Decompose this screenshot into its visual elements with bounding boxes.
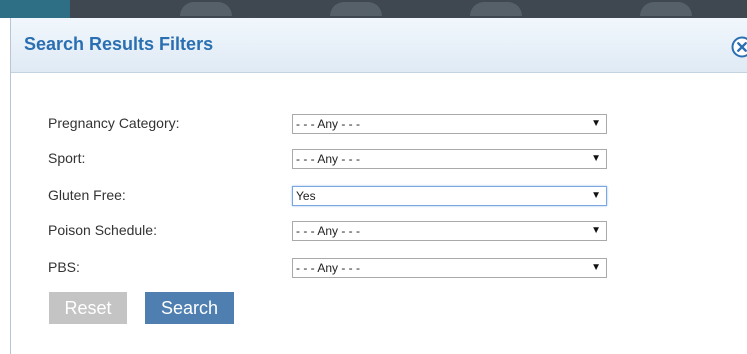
- sport-select[interactable]: - - - Any - - - ▼: [292, 149, 607, 169]
- page-backdrop: [0, 0, 747, 18]
- select-value: - - - Any - - -: [296, 261, 360, 275]
- filter-label: PBS:: [48, 259, 80, 275]
- dropdown-arrow-icon: ▼: [591, 153, 601, 164]
- dropdown-arrow-icon: ▼: [591, 262, 601, 273]
- backdrop-decoration: [640, 2, 692, 16]
- filter-label: Poison Schedule:: [48, 222, 157, 238]
- filters-dialog: Search Results Filters Pregnancy Categor…: [10, 18, 747, 354]
- dialog-header: Search Results Filters: [11, 18, 747, 73]
- pregnancy-category-select[interactable]: - - - Any - - - ▼: [292, 114, 607, 134]
- select-value: Yes: [296, 189, 316, 203]
- poison-schedule-select[interactable]: - - - Any - - - ▼: [292, 221, 607, 241]
- search-button[interactable]: Search: [145, 292, 234, 324]
- screen: Search Results Filters Pregnancy Categor…: [0, 0, 747, 354]
- backdrop-decoration: [330, 2, 382, 16]
- select-value: - - - Any - - -: [296, 117, 360, 131]
- dialog-title: Search Results Filters: [24, 34, 214, 54]
- filter-label: Pregnancy Category:: [48, 115, 180, 131]
- backdrop-decoration: [180, 2, 232, 16]
- filter-row-pregnancy-category: Pregnancy Category: - - - Any - - - ▼: [11, 114, 747, 136]
- backdrop-decoration: [470, 2, 522, 16]
- select-value: - - - Any - - -: [296, 152, 360, 166]
- dropdown-arrow-icon: ▼: [591, 225, 601, 236]
- filter-row-sport: Sport: - - - Any - - - ▼: [11, 149, 747, 171]
- gluten-free-select[interactable]: Yes ▼: [292, 186, 607, 206]
- filter-row-poison-schedule: Poison Schedule: - - - Any - - - ▼: [11, 221, 747, 243]
- dropdown-arrow-icon: ▼: [591, 118, 601, 129]
- dropdown-arrow-icon: ▼: [591, 190, 601, 201]
- reset-button[interactable]: Reset: [49, 292, 127, 324]
- close-icon[interactable]: [731, 36, 747, 58]
- filter-label: Sport:: [48, 150, 86, 166]
- filter-row-pbs: PBS: - - - Any - - - ▼: [11, 258, 747, 280]
- select-value: - - - Any - - -: [296, 224, 360, 238]
- pbs-select[interactable]: - - - Any - - - ▼: [292, 258, 607, 278]
- filter-row-gluten-free: Gluten Free: Yes ▼: [11, 186, 747, 208]
- filter-label: Gluten Free:: [48, 187, 126, 203]
- backdrop-accent: [0, 0, 70, 18]
